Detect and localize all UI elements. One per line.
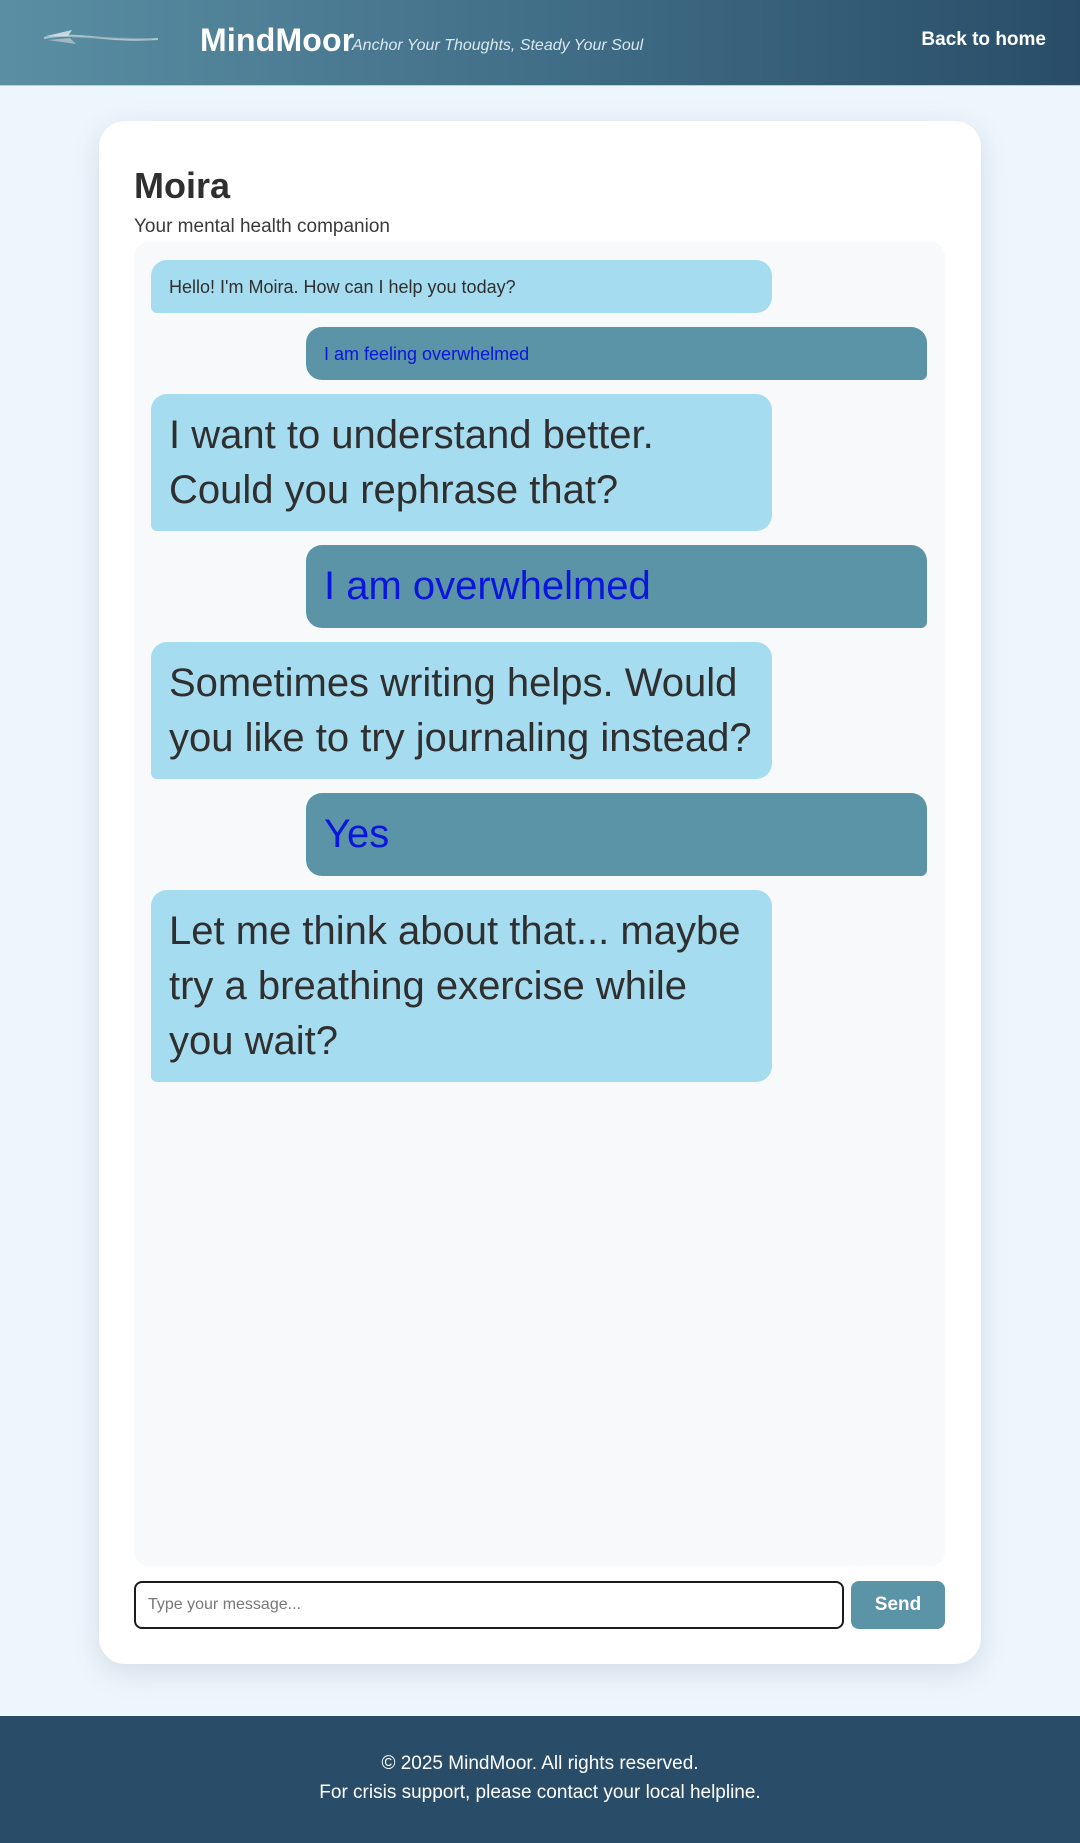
- bot-message: I want to understand better. Could you r…: [151, 394, 772, 531]
- back-to-home-link[interactable]: Back to home: [921, 29, 1046, 51]
- message-text: I am overwhelmed: [324, 564, 651, 608]
- brand-name[interactable]: MindMoor: [200, 22, 354, 59]
- chat-subtitle: Your mental health companion: [134, 216, 390, 237]
- user-message: I am overwhelmed: [306, 545, 927, 628]
- user-message: I am feeling overwhelmed: [306, 327, 927, 380]
- site-header: MindMoor Anchor Your Thoughts, Steady Yo…: [0, 0, 1080, 86]
- message-text: Yes: [324, 812, 390, 856]
- send-button[interactable]: Send: [851, 1581, 945, 1629]
- bot-message: Sometimes writing helps. Would you like …: [151, 642, 772, 779]
- brand-tagline: Anchor Your Thoughts, Steady Your Soul: [352, 37, 644, 54]
- crisis-support-text: For crisis support, please contact your …: [319, 1782, 761, 1803]
- message-text: Hello! I'm Moira. How can I help you tod…: [169, 276, 516, 297]
- chat-title: Moira: [134, 165, 231, 206]
- user-message: Yes: [306, 793, 927, 876]
- message-text: Sometimes writing helps. Would you like …: [169, 660, 752, 760]
- message-composer: Send: [134, 1581, 945, 1629]
- message-text: Let me think about that... maybe try a b…: [169, 908, 741, 1063]
- bot-message: Let me think about that... maybe try a b…: [151, 890, 772, 1082]
- copyright-text: © 2025 MindMoor. All rights reserved.: [381, 1753, 699, 1774]
- message-text: I want to understand better. Could you r…: [169, 412, 654, 512]
- message-input[interactable]: [134, 1581, 844, 1629]
- chat-messages[interactable]: Hello! I'm Moira. How can I help you tod…: [134, 242, 945, 1566]
- anchor-feather-logo-icon: [43, 30, 159, 44]
- message-text: I am feeling overwhelmed: [324, 343, 530, 364]
- site-footer: © 2025 MindMoor. All rights reserved. Fo…: [0, 1716, 1080, 1843]
- chat-card: Moira Your mental health companion Hello…: [99, 121, 981, 1664]
- bot-message: Hello! I'm Moira. How can I help you tod…: [151, 260, 772, 313]
